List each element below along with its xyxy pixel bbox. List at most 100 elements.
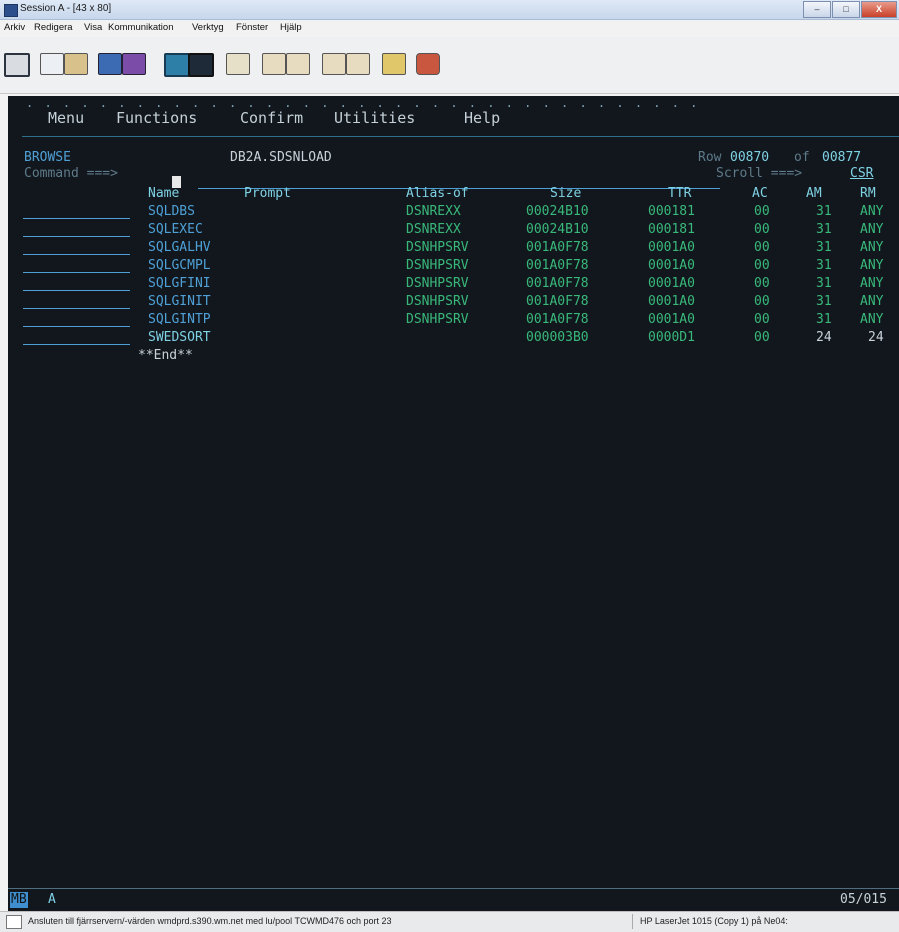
menu-redigera[interactable]: Redigera: [34, 22, 73, 33]
member-alias: DSNHPSRV: [406, 240, 469, 255]
member-ac: 00: [754, 240, 770, 255]
member-size: 001A0F78: [526, 312, 589, 327]
member-size: 00024B10: [526, 222, 589, 237]
customize-icon[interactable]: [416, 53, 440, 75]
member-ac: 00: [754, 276, 770, 291]
ispf-menu-confirm[interactable]: Confirm: [240, 109, 303, 127]
operator-info-area: MB A 05/015: [8, 888, 899, 911]
member-name[interactable]: SQLGALHV: [148, 240, 211, 256]
connection-status: Ansluten till fjärrservern/-värden wmdpr…: [28, 916, 392, 926]
member-am: 24: [816, 330, 832, 345]
member-name[interactable]: SQLGFINI: [148, 276, 211, 292]
member-alias: DSNREXX: [406, 204, 461, 219]
menu-arkiv[interactable]: Arkiv: [4, 22, 25, 33]
member-name[interactable]: SWEDSORT: [148, 330, 211, 346]
menu-hjalp[interactable]: Hjälp: [280, 22, 302, 33]
member-am: 31: [816, 294, 832, 309]
macro-icon[interactable]: [226, 53, 250, 75]
receive-icon[interactable]: [122, 53, 146, 75]
member-size: 001A0F78: [526, 276, 589, 291]
member-size: 000003B0: [526, 330, 589, 345]
printer-status: HP LaserJet 1015 (Copy 1) på Ne04:: [640, 916, 788, 926]
member-alias: DSNHPSRV: [406, 294, 469, 309]
menu-separator: [22, 136, 899, 137]
member-am: 31: [816, 204, 832, 219]
maximize-button[interactable]: □: [832, 1, 860, 18]
command-label: Command ===>: [24, 166, 118, 181]
ispf-menu-help[interactable]: Help: [464, 109, 500, 127]
member-name[interactable]: SQLGINIT: [148, 294, 211, 310]
display-icon[interactable]: [164, 53, 190, 77]
member-name[interactable]: SQLGCMPL: [148, 258, 211, 274]
terminal-screen[interactable]: . . . . . . . . . . . . . . . . . . . . …: [8, 96, 899, 910]
member-am: 31: [816, 312, 832, 327]
member-am: 31: [816, 240, 832, 255]
col-header-alias: Alias-of: [406, 186, 469, 201]
member-ttr: 0001A0: [648, 240, 695, 255]
menu-verktyg[interactable]: Verktyg: [192, 22, 224, 33]
col-header-am: AM: [806, 186, 822, 201]
clipboard-icon[interactable]: [382, 53, 406, 75]
col-header-name: Name: [148, 186, 180, 201]
member-name[interactable]: SQLGINTP: [148, 312, 211, 328]
member-ac: 00: [754, 294, 770, 309]
member-ac: 00: [754, 330, 770, 345]
toolbar: [0, 37, 899, 94]
member-name[interactable]: SQLDBS: [148, 204, 195, 220]
member-rm: ANY: [860, 204, 884, 219]
menu-visa[interactable]: Visa: [84, 22, 102, 33]
member-ttr: 0001A0: [648, 312, 695, 327]
member-ttr: 0001A0: [648, 258, 695, 273]
member-ac: 00: [754, 258, 770, 273]
ispf-menu-menu[interactable]: Menu: [48, 109, 84, 127]
member-size: 001A0F78: [526, 240, 589, 255]
col-header-ttr: TTR: [668, 186, 692, 201]
ispf-menu-functions[interactable]: Functions: [116, 109, 197, 127]
print-icon[interactable]: [4, 53, 30, 77]
paste-icon[interactable]: [64, 53, 88, 75]
app-icon: [4, 4, 18, 17]
record-icon[interactable]: [262, 53, 286, 75]
member-alias: DSNREXX: [406, 222, 461, 237]
member-am: 31: [816, 222, 832, 237]
line-command-input[interactable]: [23, 236, 130, 237]
scroll-value[interactable]: CSR: [850, 166, 873, 182]
menu-bar-dots: . . . . . . . . . . . . . . . . . . . . …: [26, 96, 700, 110]
copy-icon[interactable]: [40, 53, 64, 75]
end-marker: **End**: [138, 348, 193, 363]
line-command-input[interactable]: [23, 290, 130, 291]
send-icon[interactable]: [98, 53, 122, 75]
member-rm: ANY: [860, 240, 884, 255]
setup-icon[interactable]: [188, 53, 214, 77]
play-icon[interactable]: [322, 53, 346, 75]
dataset-name: DB2A.SDSNLOAD: [230, 150, 332, 165]
play-macro-icon[interactable]: [346, 53, 370, 75]
member-ttr: 0001A0: [648, 276, 695, 291]
menubar: Arkiv Redigera Visa Kommunikation Verkty…: [0, 20, 899, 36]
ispf-menu-utilities[interactable]: Utilities: [334, 109, 415, 127]
member-rm: ANY: [860, 294, 884, 309]
member-alias: DSNHPSRV: [406, 312, 469, 327]
member-ac: 00: [754, 204, 770, 219]
member-rm: 24: [868, 330, 884, 345]
line-command-input[interactable]: [23, 326, 130, 327]
line-command-input[interactable]: [23, 272, 130, 273]
member-ttr: 0001A0: [648, 294, 695, 309]
minimize-button[interactable]: –: [803, 1, 831, 18]
line-command-input[interactable]: [23, 344, 130, 345]
member-rm: ANY: [860, 222, 884, 237]
row-label: Row: [698, 150, 722, 165]
line-command-input[interactable]: [23, 218, 130, 219]
menu-fonster[interactable]: Fönster: [236, 22, 268, 33]
member-name[interactable]: SQLEXEC: [148, 222, 203, 238]
line-command-input[interactable]: [23, 308, 130, 309]
line-command-input[interactable]: [23, 254, 130, 255]
member-ttr: 0000D1: [648, 330, 695, 345]
menu-kommunikation[interactable]: Kommunikation: [108, 22, 173, 33]
col-header-ac: AC: [752, 186, 768, 201]
close-button[interactable]: X: [861, 1, 897, 18]
stop-record-icon[interactable]: [286, 53, 310, 75]
member-rm: ANY: [860, 276, 884, 291]
member-rm: ANY: [860, 258, 884, 273]
status-bar: Ansluten till fjärrservern/-värden wmdpr…: [0, 911, 899, 932]
